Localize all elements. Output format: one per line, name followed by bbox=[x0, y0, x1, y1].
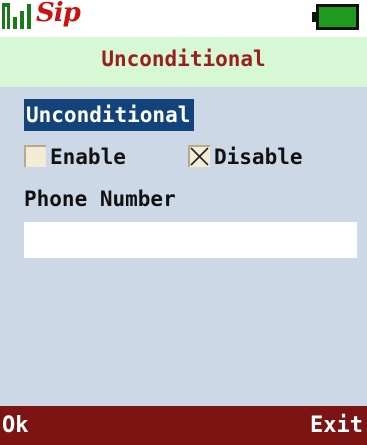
signal-strength-icon bbox=[2, 3, 31, 29]
battery-full-icon bbox=[312, 4, 359, 30]
enable-label: Enable bbox=[50, 145, 126, 169]
disable-label: Disable bbox=[214, 145, 303, 169]
phone-number-input[interactable] bbox=[24, 222, 357, 258]
ok-softkey[interactable]: Ok bbox=[2, 413, 29, 438]
unconditional-field-label[interactable]: Unconditional bbox=[24, 99, 195, 131]
screen-title: Unconditional bbox=[101, 47, 266, 71]
status-bar: Sip bbox=[0, 0, 367, 36]
softkey-bar: Ok Exit bbox=[0, 406, 367, 445]
checked-checkbox-icon[interactable] bbox=[188, 145, 210, 167]
title-bar: Unconditional bbox=[0, 37, 367, 87]
sip-status-label: Sip bbox=[36, 0, 81, 28]
phone-number-label: Phone Number bbox=[24, 187, 176, 211]
unchecked-checkbox-icon[interactable] bbox=[24, 145, 46, 167]
form-content: Unconditional Enable Disable Phone Numbe… bbox=[0, 87, 367, 406]
phone-screen: Sip Unconditional Unconditional Enable D… bbox=[0, 0, 367, 445]
exit-softkey[interactable]: Exit bbox=[310, 413, 363, 438]
